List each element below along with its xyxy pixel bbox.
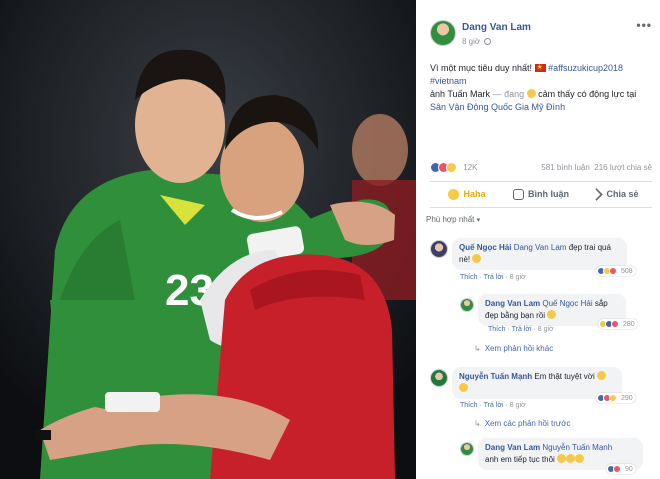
reply-actions: Thích · Trả lời · 8 giờ [488,326,554,333]
replier-avatar[interactable] [460,298,474,312]
comment-reactions[interactable]: 508 [596,266,636,276]
comment-text: đẹp trai quá [568,243,611,252]
view-previous-replies-link[interactable]: ↳ Xem các phản hồi trước [474,419,570,428]
comment-button[interactable]: Bình luận [504,183,578,205]
reply-reaction-count: 90 [624,465,633,473]
hashtag-affsuzukicup[interactable]: #affsuzukicup2018 [548,63,623,73]
comment-actions: Thích · Trả lời · 8 giờ [460,402,526,409]
love-reaction-icon [613,465,621,473]
reactions-summary: 12K 581 bình luận 216 lượt chia sẻ [430,162,652,176]
smile-emoji-icon [547,310,557,319]
vietnam-flag-icon [534,61,546,74]
reply-mention[interactable]: Nguyễn Tuấn Mạnh [542,443,612,452]
view-previous-replies-label: Xem các phản hồi trước [484,419,571,428]
comment-sort-dropdown[interactable]: Phù hợp nhất ▾ [426,215,480,224]
commenter-name[interactable]: Nguyễn Tuấn Mạnh [459,372,532,381]
clap-emoji-icon [459,383,468,392]
haha-icon [448,188,460,200]
comment-time[interactable]: 8 giờ [510,274,526,281]
reply-reply-link[interactable]: Trả lời [512,326,532,333]
view-more-replies-link[interactable]: ↳ Xem phản hồi khác [474,344,553,353]
replier-avatar[interactable] [460,442,474,456]
comment-reply-link[interactable]: Trả lời [484,274,504,281]
location-link[interactable]: Sân Vận Động Quốc Gia Mỹ Đình [430,102,565,112]
love-reaction-icon [609,267,617,275]
reply-text: anh em tiếp tục thôi [485,455,555,464]
comment-like-link[interactable]: Thích [460,274,478,281]
photo-credit: ảnh Tuấn Mark [430,89,491,99]
share-label: Chia sẻ [606,189,639,199]
divider [430,207,652,208]
comment-text-cont: nè! [459,255,471,264]
more-options-icon[interactable]: ••• [636,18,652,32]
hashtag-vietnam[interactable]: #vietnam [430,76,467,86]
haha-label: Haha [463,189,486,199]
haha-button[interactable]: Haha [430,183,504,205]
comment-label: Bình luận [528,189,569,199]
replier-name[interactable]: Dang Van Lam [485,299,540,308]
post-stats: 581 bình luận 216 lượt chia sẻ [541,163,652,172]
author-avatar[interactable] [430,20,456,46]
comment-time[interactable]: 8 giờ [510,402,526,409]
post-text-line1: Vì một mục tiêu duy nhất! [430,63,533,73]
post-meta: 8 giờ [462,37,492,46]
comment-reply-link[interactable]: Trả lời [484,402,504,409]
reply-text-cont: đẹp bằng bạn rồi [485,311,546,320]
love-reaction-icon [611,320,619,328]
reply-arrow-icon: ↳ [474,419,481,428]
share-button[interactable]: Chia sẻ [578,183,652,205]
feeling-prefix: — đang [492,89,525,99]
post-panel: Dang Van Lam 8 giờ ••• Vì một mục tiêu d… [416,0,660,479]
view-more-replies-label: Xem phản hồi khác [484,344,554,353]
reply-arrow-icon: ↳ [474,344,481,353]
post-text: Vì một mục tiêu duy nhất! #affsuzukicup2… [430,61,652,114]
reply-time[interactable]: 8 giờ [538,326,554,333]
globe-icon [484,38,492,45]
reply-mention[interactable]: Quế Ngọc Hải [542,299,592,308]
reply-reactions[interactable]: 90 [606,464,636,474]
reply-like-link[interactable]: Thích [488,326,506,333]
players-photo-illustration: 23 [0,0,416,479]
clap-emoji-icon [575,454,585,463]
comment-actions: Thích · Trả lời · 8 giờ [460,274,526,281]
author-name[interactable]: Dang Van Lam [462,22,531,33]
comment-reactions[interactable]: 290 [596,393,636,403]
post-time[interactable]: 8 giờ [462,37,480,46]
share-icon [590,187,604,201]
comment-mention[interactable]: Dang Van Lam [514,243,567,252]
post-photo[interactable]: 23 [0,0,416,479]
divider [430,181,652,182]
comment-count[interactable]: 581 bình luận [541,163,590,172]
reply-reaction-count: 280 [622,320,635,328]
comment-text: Em thật tuyệt vời [534,372,595,381]
clap-emoji-icon [557,454,567,463]
replier-name[interactable]: Dang Van Lam [485,443,540,452]
comment-like-link[interactable]: Thích [460,402,478,409]
reply-text: sắp [594,299,608,308]
feeling-smiley-icon [526,89,536,98]
haha-reaction-icon[interactable] [446,162,457,173]
share-count[interactable]: 216 lượt chia sẻ [594,163,652,172]
comment-reaction-count: 508 [620,267,633,275]
comment-icon [513,188,524,200]
commenter-name[interactable]: Quế Ngọc Hải [459,243,511,252]
sort-label: Phù hợp nhất [426,215,475,224]
reply-reactions[interactable]: 280 [598,319,638,329]
grin-emoji-icon [472,254,482,263]
caret-down-icon: ▾ [476,217,481,224]
commenter-avatar[interactable] [430,240,448,258]
comment-reaction-count: 290 [620,394,633,402]
feeling-text: cảm thấy có động lực tại [538,89,637,99]
commenter-avatar[interactable] [430,369,448,387]
party-emoji-icon [597,371,607,380]
reaction-count[interactable]: 12K [463,163,477,172]
post-header: Dang Van Lam 8 giờ ••• [430,18,652,50]
comments-list: Quế Ngọc Hải Dang Van Lam đẹp trai quá n… [426,230,654,479]
haha-reaction-icon [609,394,617,402]
action-bar: Haha Bình luận Chia sẻ [430,183,652,205]
clap-emoji-icon [566,454,576,463]
